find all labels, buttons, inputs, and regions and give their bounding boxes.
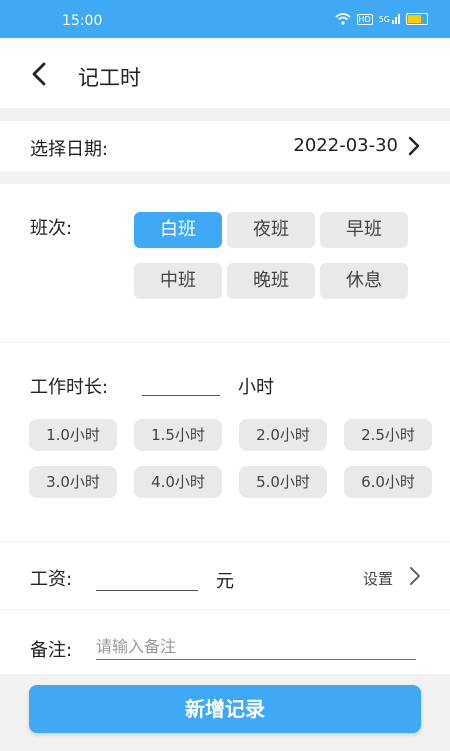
work-hours-input[interactable]: [142, 371, 220, 396]
chevron-right-icon[interactable]: [408, 566, 422, 586]
shift-option-early[interactable]: 早班: [320, 212, 408, 248]
wage-input[interactable]: [96, 566, 198, 591]
work-hours-section: 工作时长: 小时 1.0小时 1.5小时 2.0小时 2.5小时 3.0小时 4…: [0, 343, 450, 541]
shift-section: 班次: 白班 夜班 早班 中班 晚班 休息: [0, 184, 450, 342]
date-picker-row[interactable]: 选择日期: 2022-03-30: [0, 121, 450, 171]
shift-option-rest[interactable]: 休息: [320, 263, 408, 299]
chevron-right-icon: [408, 136, 420, 156]
note-label: 备注:: [30, 640, 73, 661]
hour-preset[interactable]: 1.5小时: [134, 419, 222, 451]
wage-label: 工资:: [30, 569, 73, 590]
page-title: 记工时: [78, 66, 141, 90]
shift-label: 班次:: [30, 218, 73, 239]
battery-icon: [406, 13, 428, 25]
wage-unit: 元: [216, 571, 234, 592]
shift-option-day[interactable]: 白班: [134, 212, 222, 248]
note-input[interactable]: 请输入备注: [96, 635, 416, 660]
app-header: 记工时: [0, 38, 450, 108]
hour-preset[interactable]: 4.0小时: [134, 466, 222, 498]
shift-option-night[interactable]: 夜班: [227, 212, 315, 248]
shift-option-middle[interactable]: 中班: [134, 263, 222, 299]
status-time: 15:00: [62, 13, 103, 29]
hour-preset[interactable]: 2.5小时: [344, 419, 432, 451]
status-bar: 15:00 HD 5G: [0, 0, 450, 38]
work-hours-unit: 小时: [238, 377, 274, 398]
hour-preset[interactable]: 1.0小时: [29, 419, 117, 451]
hour-preset[interactable]: 6.0小时: [344, 466, 432, 498]
signal-icon: 5G: [379, 14, 400, 24]
date-value: 2022-03-30: [293, 135, 398, 156]
status-icons: HD 5G: [334, 13, 428, 25]
signal-text: 5G: [378, 15, 390, 24]
back-arrow-icon[interactable]: [28, 60, 52, 88]
wifi-icon: [334, 13, 351, 25]
date-label: 选择日期:: [30, 139, 109, 160]
wage-row: 工资: 元 设置: [0, 542, 450, 609]
hour-preset[interactable]: 5.0小时: [239, 466, 327, 498]
hour-preset[interactable]: 3.0小时: [29, 466, 117, 498]
wage-settings-link[interactable]: 设置: [363, 568, 393, 589]
shift-option-evening[interactable]: 晚班: [227, 263, 315, 299]
note-row: 备注: 请输入备注: [0, 610, 450, 674]
hd-badge: HD: [356, 13, 373, 25]
work-hours-label: 工作时长:: [30, 377, 109, 398]
hour-preset[interactable]: 2.0小时: [239, 419, 327, 451]
add-record-button[interactable]: 新增记录: [29, 685, 421, 733]
